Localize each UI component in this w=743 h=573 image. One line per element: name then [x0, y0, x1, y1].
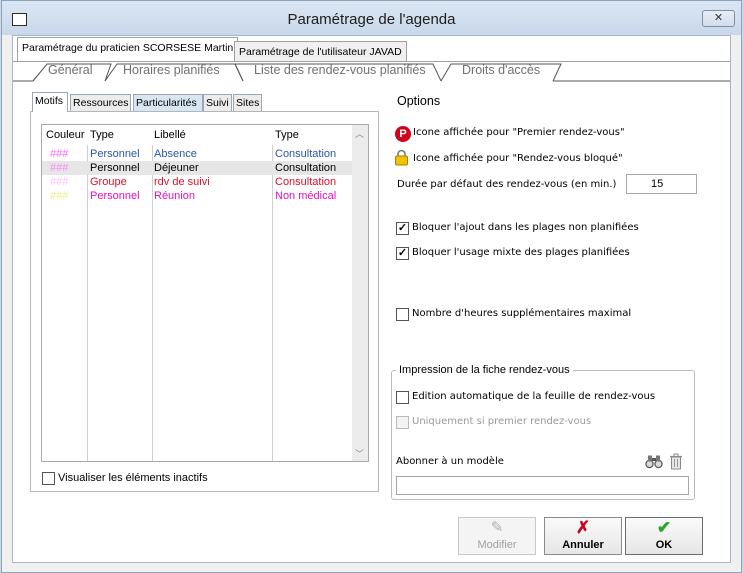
row-type2: Non médical — [275, 190, 337, 202]
abonner-label: Abonner à un modèle — [396, 456, 504, 467]
tab-droits[interactable]: Droits d'accès — [462, 63, 540, 79]
heures-supp-label: Nombre d'heures supplémentaires maximal — [412, 308, 632, 319]
dialog-body: Paramétrage du praticien SCORSESE Martin… — [12, 35, 731, 563]
trash-icon[interactable] — [669, 453, 683, 470]
row-type: Personnel — [90, 162, 140, 174]
tab-motifs[interactable]: Motifs — [32, 92, 68, 112]
premier-rdv-icon[interactable]: P — [395, 126, 411, 142]
column-header-libelle[interactable]: Libellé — [154, 129, 186, 141]
tab-particularites[interactable]: Particularités — [133, 94, 203, 111]
row-type: Personnel — [90, 148, 140, 160]
table-row[interactable]: ### Personnel Déjeuner Consultation — [42, 161, 352, 175]
edition-auto-checkbox[interactable] — [396, 391, 409, 404]
show-inactive-checkbox[interactable] — [42, 472, 55, 485]
bloquer-mixte-label: Bloquer l'usage mixte des plages planifi… — [412, 247, 630, 258]
ok-label: OK — [655, 539, 673, 551]
pencil-icon: ✎ — [490, 519, 504, 536]
tab-praticien[interactable]: Paramétrage du praticien SCORSESE Martin — [17, 37, 239, 61]
duree-label: Durée par défaut des rendez-vous (en min… — [397, 179, 617, 190]
bloquer-ajout-label: Bloquer l'ajout dans les plages non plan… — [412, 222, 639, 233]
agenda-settings-window: Paramétrage de l'agenda ✕ Paramétrage du… — [1, 0, 742, 573]
tab-utilisateur[interactable]: Paramétrage de l'utilisateur JAVAD — [234, 41, 407, 61]
options-title: Options — [397, 94, 441, 108]
scroll-up-icon[interactable]: ︿ — [355, 127, 364, 140]
row-libelle: Réunion — [154, 190, 195, 202]
cancel-x-icon: ✗ — [575, 518, 591, 537]
table-row[interactable]: ### Personnel Absence Consultation — [42, 147, 352, 161]
rdv-bloque-label: Icone affichée pour "Rendez-vous bloqué" — [413, 153, 623, 164]
table-row[interactable]: ### Groupe rdv de suivi Consultation — [42, 175, 352, 189]
annuler-button[interactable]: ✗ Annuler — [544, 517, 622, 555]
tab-sites[interactable]: Sites — [233, 94, 262, 111]
row-libelle: rdv de suivi — [154, 176, 210, 188]
table-header: Couleur Type Libellé Type — [42, 125, 368, 145]
window-title: Paramétrage de l'agenda — [287, 11, 456, 28]
close-button[interactable]: ✕ — [702, 10, 735, 27]
tab-general[interactable]: Général — [48, 63, 92, 79]
modifier-label: Modifier — [477, 539, 517, 551]
table-row[interactable]: ### Personnel Réunion Non médical — [42, 189, 352, 203]
checkmark-icon: ✔ — [656, 518, 672, 537]
abonner-input[interactable] — [396, 476, 689, 495]
row-type: Groupe — [90, 176, 127, 188]
duree-input[interactable]: 15 — [626, 174, 697, 194]
heures-supp-checkbox[interactable] — [396, 308, 409, 321]
row-type2: Consultation — [275, 148, 337, 160]
column-header-type[interactable]: Type — [90, 129, 114, 141]
column-header-type2[interactable]: Type — [275, 129, 299, 141]
edition-auto-label: Edition automatique de la feuille de ren… — [412, 391, 656, 402]
column-header-couleur[interactable]: Couleur — [46, 129, 85, 141]
tab-ressources[interactable]: Ressources — [70, 94, 131, 111]
row-libelle: Déjeuner — [154, 162, 199, 174]
premier-rdv-only-checkbox[interactable] — [396, 416, 409, 429]
color-swatch: ### — [50, 162, 69, 174]
tab-horaires[interactable]: Horaires planifiés — [123, 63, 220, 79]
binoculars-icon[interactable] — [645, 454, 663, 469]
tab-liste-rdv[interactable]: Liste des rendez-vous planifiés — [254, 63, 426, 79]
tab-suivi[interactable]: Suivi — [203, 94, 232, 111]
padlock-icon[interactable] — [394, 149, 409, 166]
impression-title: Impression de la fiche rendez-vous — [396, 364, 573, 376]
show-inactive-label: Visualiser les éléments inactifs — [58, 472, 208, 484]
premier-rdv-only-label: Uniquement si premier rendez-vous — [412, 416, 592, 427]
color-swatch: ### — [50, 190, 69, 202]
row-type2: Consultation — [275, 162, 337, 174]
premier-rdv-label: Icone affichée pour "Premier rendez-vous… — [413, 127, 625, 138]
title-bar[interactable]: Paramétrage de l'agenda ✕ — [2, 1, 741, 35]
row-type2: Consultation — [275, 176, 337, 188]
color-swatch: ### — [50, 176, 69, 188]
row-libelle: Absence — [154, 148, 197, 160]
ok-button[interactable]: ✔ OK — [625, 517, 703, 555]
motifs-table[interactable]: Couleur Type Libellé Type ### Personnel … — [41, 124, 369, 462]
scroll-down-icon[interactable]: ﹀ — [355, 447, 364, 460]
bloquer-ajout-checkbox[interactable]: ✓ — [396, 222, 409, 235]
table-scrollbar[interactable]: ︿ ﹀ — [352, 125, 368, 461]
modifier-button[interactable]: ✎ Modifier — [458, 517, 536, 555]
row-type: Personnel — [90, 190, 140, 202]
color-swatch: ### — [50, 148, 69, 160]
bloquer-mixte-checkbox[interactable]: ✓ — [396, 247, 409, 260]
annuler-label: Annuler — [562, 539, 604, 551]
